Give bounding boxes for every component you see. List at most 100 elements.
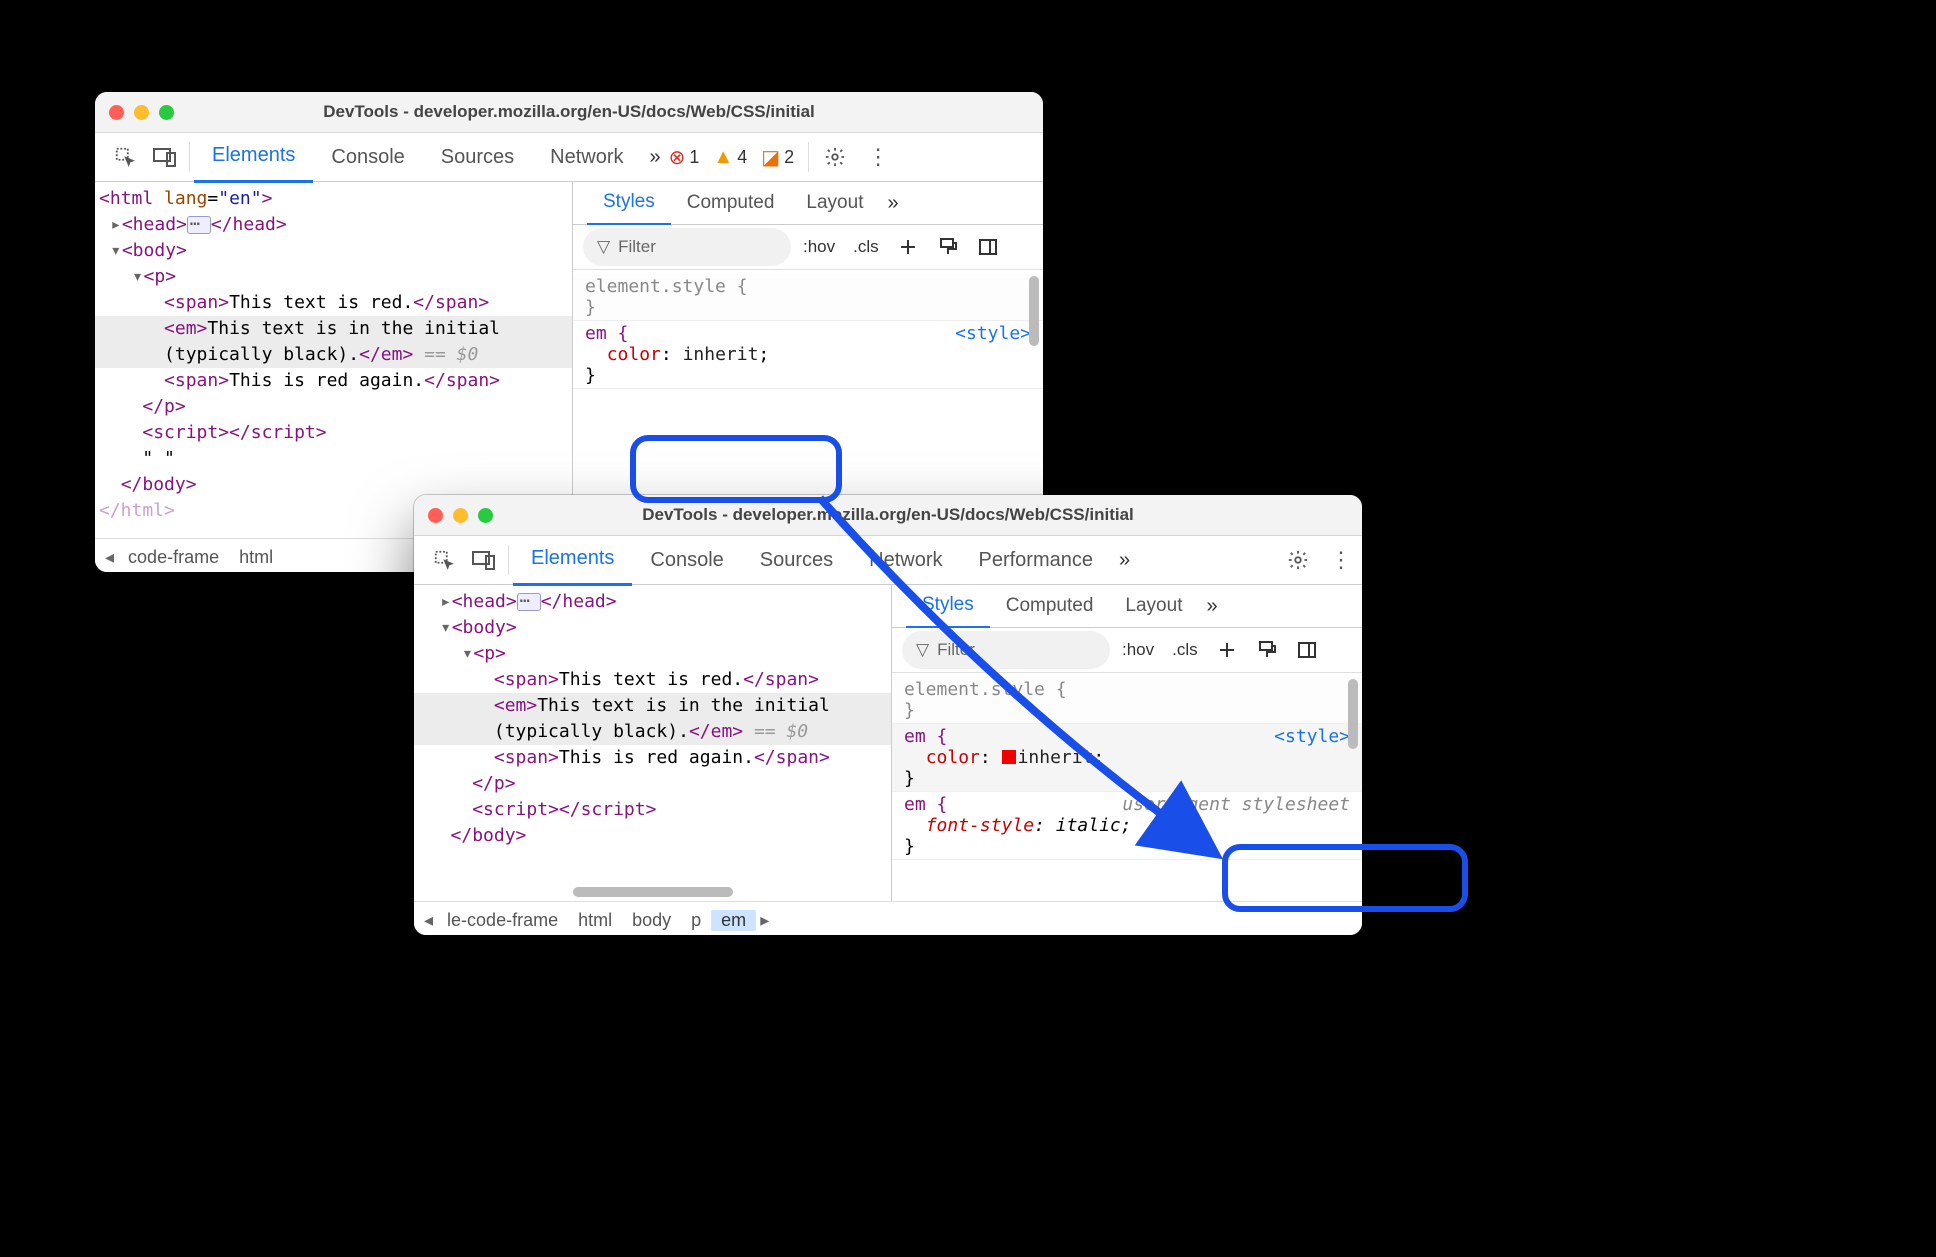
device-toggle-icon[interactable] (151, 143, 179, 171)
main-toolbar: Elements Console Sources Network Perform… (414, 536, 1362, 585)
tab-console[interactable]: Console (313, 133, 422, 181)
devtools-window-after: DevTools - developer.mozilla.org/en-US/d… (414, 495, 1362, 935)
styles-filter-row: ▽ Filter :hov .cls (573, 225, 1043, 270)
color-swatch-icon[interactable] (1002, 750, 1016, 764)
styles-filter-input[interactable]: ▽ Filter (583, 228, 791, 266)
minimize-icon[interactable] (134, 105, 149, 120)
cls-toggle[interactable]: .cls (847, 237, 885, 257)
tab-elements[interactable]: Elements (513, 535, 632, 586)
window-title: DevTools - developer.mozilla.org/en-US/d… (414, 505, 1362, 525)
close-icon[interactable] (109, 105, 124, 120)
crumb-left-icon[interactable]: ◂ (420, 910, 437, 931)
rules-list[interactable]: element.style { } <style> em { color: in… (892, 673, 1362, 901)
panels-split: ▸<head></head> ▾<body> ▾<p> <span>This t… (414, 585, 1362, 901)
panels-split: <html lang="en"> ▸<head></head> ▾<body> … (95, 182, 1043, 538)
paint-icon[interactable] (1254, 637, 1280, 663)
window-title: DevTools - developer.mozilla.org/en-US/d… (95, 102, 1043, 122)
kebab-menu-icon[interactable]: ⋮ (867, 144, 889, 170)
new-rule-icon[interactable] (895, 234, 921, 260)
tab-elements[interactable]: Elements (194, 132, 313, 183)
more-tabs-icon[interactable]: » (650, 146, 661, 169)
toolbar-divider (808, 142, 809, 172)
hov-toggle[interactable]: :hov (797, 237, 841, 257)
warning-icon: ▲ (713, 146, 733, 169)
more-tabs-icon[interactable]: » (1119, 549, 1130, 572)
error-icon: ⊗ (669, 145, 686, 170)
tab-styles[interactable]: Styles (587, 181, 671, 226)
crumb-item[interactable]: body (622, 910, 681, 931)
status-badges[interactable]: ⊗1 ▲4 ◪2 (669, 145, 805, 170)
breadcrumb[interactable]: ◂ le-code-frame html body p em ▸ (414, 901, 1362, 935)
paint-icon[interactable] (935, 234, 961, 260)
styles-scrollbar[interactable] (1348, 679, 1358, 895)
crumb-item[interactable]: code-frame (118, 547, 229, 568)
titlebar: DevTools - developer.mozilla.org/en-US/d… (95, 92, 1043, 133)
ellipsis-icon[interactable] (517, 593, 541, 611)
em-rule[interactable]: <style> em { color: inherit; } (892, 724, 1362, 792)
inspect-icon[interactable] (111, 143, 139, 171)
tab-computed[interactable]: Computed (671, 182, 791, 224)
traffic-lights (109, 105, 174, 120)
styles-sidebar: Styles Computed Layout » ▽ Filter :hov .… (891, 585, 1362, 901)
more-styles-tabs-icon[interactable]: » (1206, 595, 1217, 618)
dom-tree[interactable]: ▸<head></head> ▾<body> ▾<p> <span>This t… (414, 585, 891, 901)
inspect-icon[interactable] (430, 546, 458, 574)
kebab-menu-icon[interactable]: ⋮ (1330, 547, 1352, 573)
zoom-icon[interactable] (159, 105, 174, 120)
element-style-rule[interactable]: element.style { } (573, 274, 1043, 321)
tab-sources[interactable]: Sources (423, 133, 532, 181)
tab-layout[interactable]: Layout (790, 182, 879, 224)
em-rule[interactable]: <style> em { color: inherit; } (573, 321, 1043, 389)
device-toggle-icon[interactable] (470, 546, 498, 574)
main-toolbar: Elements Console Sources Network » ⊗1 ▲4… (95, 133, 1043, 182)
tab-network[interactable]: Network (532, 133, 641, 181)
funnel-icon: ▽ (597, 237, 610, 257)
panel-toggle-icon[interactable] (1294, 637, 1320, 663)
crumb-item[interactable]: em (711, 910, 756, 931)
cls-toggle[interactable]: .cls (1166, 640, 1204, 660)
zoom-icon[interactable] (478, 508, 493, 523)
settings-icon[interactable] (1282, 544, 1314, 576)
tab-network[interactable]: Network (851, 536, 960, 584)
close-icon[interactable] (428, 508, 443, 523)
tab-styles[interactable]: Styles (906, 584, 990, 629)
toolbar-divider (508, 545, 509, 575)
issue-icon: ◪ (761, 145, 780, 170)
tab-console[interactable]: Console (632, 536, 741, 584)
tab-performance[interactable]: Performance (961, 536, 1112, 584)
dom-tree[interactable]: <html lang="en"> ▸<head></head> ▾<body> … (95, 182, 572, 538)
more-styles-tabs-icon[interactable]: » (887, 192, 898, 215)
style-source-link[interactable]: <style> (955, 323, 1031, 344)
crumb-item[interactable]: html (229, 547, 283, 568)
styles-scrollbar[interactable] (1029, 276, 1039, 532)
crumb-item[interactable]: p (681, 910, 711, 931)
crumb-item[interactable]: html (568, 910, 622, 931)
tab-sources[interactable]: Sources (742, 536, 851, 584)
hov-toggle[interactable]: :hov (1116, 640, 1160, 660)
crumb-item[interactable]: le-code-frame (437, 910, 568, 931)
tab-computed[interactable]: Computed (990, 585, 1110, 627)
ua-rule[interactable]: user agent stylesheet em { font-style: i… (892, 792, 1362, 860)
element-style-rule[interactable]: element.style { } (892, 677, 1362, 724)
funnel-icon: ▽ (916, 640, 929, 660)
settings-icon[interactable] (819, 141, 851, 173)
selected-node[interactable]: <em>This text is in the initial (95, 316, 572, 342)
dom-horizontal-scrollbar[interactable] (573, 887, 733, 897)
crumb-right-icon[interactable]: ▸ (756, 910, 773, 931)
titlebar: DevTools - developer.mozilla.org/en-US/d… (414, 495, 1362, 536)
selected-node[interactable]: <em>This text is in the initial (414, 693, 891, 719)
styles-filter-input[interactable]: ▽ Filter (902, 631, 1110, 669)
minimize-icon[interactable] (453, 508, 468, 523)
style-source-link[interactable]: <style> (1274, 726, 1350, 747)
styles-tabs: Styles Computed Layout » (573, 182, 1043, 225)
styles-filter-row: ▽ Filter :hov .cls (892, 628, 1362, 673)
new-rule-icon[interactable] (1214, 637, 1240, 663)
tab-layout[interactable]: Layout (1109, 585, 1198, 627)
ua-source-label: user agent stylesheet (1122, 794, 1350, 815)
styles-tabs: Styles Computed Layout » (892, 585, 1362, 628)
panel-toggle-icon[interactable] (975, 234, 1001, 260)
styles-sidebar: Styles Computed Layout » ▽ Filter :hov .… (572, 182, 1043, 538)
traffic-lights (428, 508, 493, 523)
ellipsis-icon[interactable] (187, 216, 211, 234)
crumb-left-icon[interactable]: ◂ (101, 547, 118, 568)
